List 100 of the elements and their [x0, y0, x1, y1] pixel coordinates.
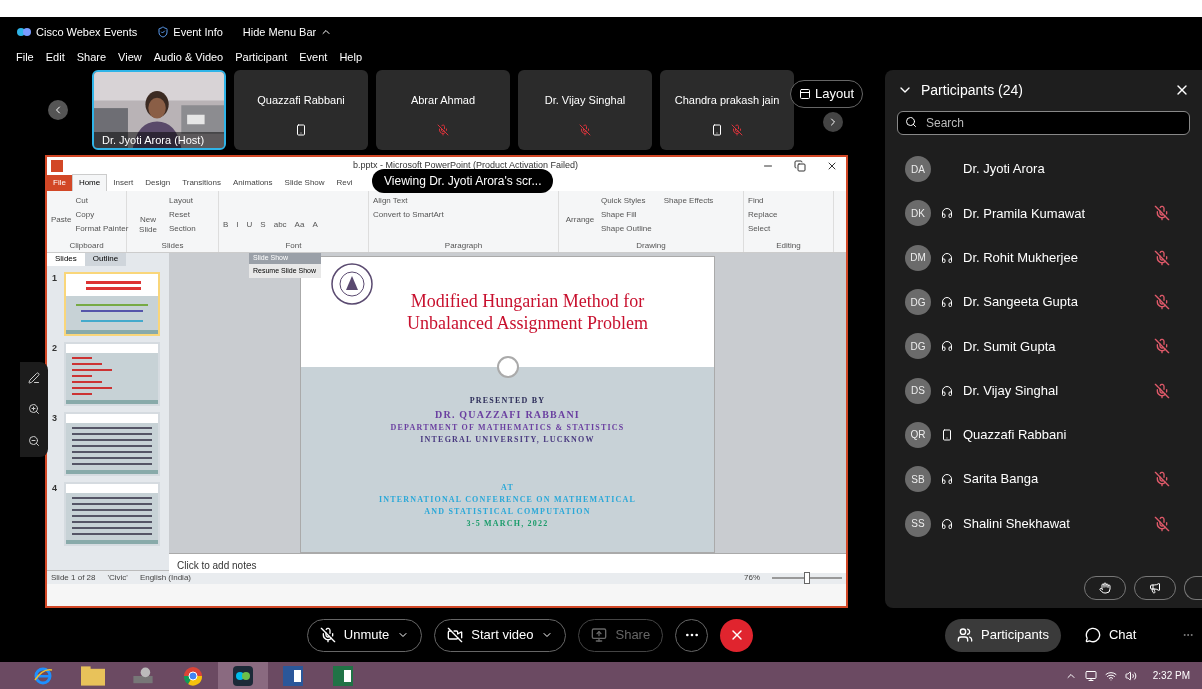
- avatar: SB: [905, 466, 931, 493]
- video-tile[interactable]: Dr. Vijay Singhal: [518, 70, 652, 150]
- people-icon: [957, 627, 973, 643]
- participant-name[interactable]: Dr. Rohit Mukherjee: [963, 248, 1146, 268]
- side-tab[interactable]: Chat: [1072, 618, 1149, 652]
- participant-name[interactable]: Sarita Banga: [963, 469, 1146, 489]
- pane-tab[interactable]: Slides: [47, 253, 85, 266]
- participant-name: Chandra prakash jain: [674, 92, 780, 108]
- participant-name[interactable]: Shalini Shekhawat: [963, 513, 1146, 534]
- layout-button[interactable]: Layout: [790, 80, 864, 108]
- network-icon[interactable]: [1104, 669, 1117, 682]
- ribbon-tab[interactable]: File: [47, 175, 72, 191]
- ribbon-tab[interactable]: Design: [139, 175, 177, 191]
- participant-name: Dr. Jyoti Arora (Host): [94, 131, 224, 148]
- ribbon-button[interactable]: abc: [273, 219, 287, 231]
- ribbon-tab[interactable]: Transitions: [176, 175, 227, 191]
- participant-name[interactable]: Dr. Sangeeta Gupta: [963, 292, 1146, 312]
- muted-mic-icon: [319, 627, 336, 643]
- ribbon-button[interactable]: Quick Styles: [601, 195, 652, 207]
- menu-item[interactable]: Help: [339, 49, 362, 66]
- leave-button[interactable]: [720, 618, 754, 652]
- pane-tab[interactable]: Outline: [84, 253, 127, 266]
- ribbon-tab[interactable]: Animations: [227, 175, 279, 191]
- ribbon-button[interactable]: Section: [169, 223, 196, 235]
- participant-name[interactable]: Dr. Sumit Gupta: [963, 336, 1146, 357]
- ribbon-button[interactable]: U: [246, 219, 253, 231]
- ribbon-button[interactable]: A: [312, 219, 318, 231]
- panel-title: Participants (24): [921, 80, 1024, 100]
- ribbon-button[interactable]: Copy: [75, 209, 129, 221]
- restore-icon[interactable]: [794, 160, 806, 172]
- participant-name[interactable]: Dr. Vijay Singhal: [963, 380, 1146, 401]
- group-label: Clipboard: [68, 240, 105, 252]
- taskbar-app-icon[interactable]: [218, 662, 268, 689]
- ribbon-tab[interactable]: Insert: [107, 175, 140, 191]
- ribbon-tab[interactable]: Revi: [330, 175, 359, 191]
- slide-thumbnail[interactable]: [64, 482, 160, 546]
- participant-name: Abrar Ahmad: [410, 92, 476, 108]
- previous-button[interactable]: [48, 100, 68, 120]
- ribbon-button[interactable]: Shape Effects: [663, 195, 714, 207]
- headset-icon: [941, 473, 953, 486]
- close-icon[interactable]: [826, 160, 838, 172]
- ribbon-button[interactable]: S: [260, 219, 266, 231]
- headset-icon: [941, 340, 953, 353]
- display-icon[interactable]: [1084, 669, 1097, 682]
- hide-menu-link[interactable]: Hide Menu Bar: [242, 23, 317, 41]
- ribbon-tab[interactable]: Slide Show: [278, 175, 331, 191]
- zoom-thumb[interactable]: [805, 572, 809, 583]
- zoom-in-icon[interactable]: [28, 403, 40, 416]
- headset-icon: [941, 251, 953, 264]
- next-button[interactable]: [823, 112, 843, 132]
- video-tile[interactable]: Dr. Jyoti Arora (Host): [92, 70, 226, 150]
- status-text: Slide 1 of 28: [51, 571, 96, 584]
- group-label: Paragraph: [443, 240, 484, 252]
- menu-item[interactable]: Edit: [45, 49, 65, 66]
- video-tile[interactable]: Abrar Ahmad: [376, 70, 510, 150]
- slide-thumbnail[interactable]: [64, 412, 160, 476]
- notes-field[interactable]: Click to add notes: [169, 553, 846, 573]
- search-field[interactable]: Search: [897, 111, 1190, 135]
- volume-icon[interactable]: [1124, 669, 1137, 682]
- conference-name: INTERNATIONAL CONFERENCE ON MATHEMATICAL: [378, 494, 637, 506]
- menu-item[interactable]: View: [118, 49, 142, 66]
- ribbon-button[interactable]: Find: [748, 195, 778, 207]
- slide-number: 3: [52, 412, 58, 425]
- ribbon-button[interactable]: Paste: [51, 195, 72, 225]
- ribbon-button[interactable]: Shape Fill: [601, 209, 652, 221]
- event-info-link[interactable]: Event Info: [173, 23, 223, 41]
- ribbon-button[interactable]: Reset: [169, 209, 196, 221]
- ribbon-button[interactable]: New Slide: [131, 195, 165, 235]
- menu-item[interactable]: Event: [299, 49, 328, 66]
- ribbon-tab[interactable]: Home: [71, 174, 108, 191]
- chat-icon: [1084, 627, 1101, 643]
- slide-thumbnail[interactable]: [64, 272, 160, 336]
- viewing-banner: Viewing Dr. Jyoti Arora's scr...: [372, 169, 554, 193]
- ribbon-button[interactable]: Convert to SmartArt: [373, 209, 444, 221]
- ribbon-button[interactable]: Align Text: [373, 195, 444, 207]
- ribbon-button[interactable]: Arrange: [563, 195, 597, 225]
- ribbon-button[interactable]: I: [236, 219, 239, 231]
- department: DEPARTMENT OF MATHEMATICS & STATISTICS: [390, 422, 625, 434]
- menu-item[interactable]: Participant: [235, 49, 288, 66]
- slide-thumbnail[interactable]: [64, 342, 160, 406]
- avatar: DS: [905, 377, 931, 404]
- ribbon-button[interactable]: Select: [748, 223, 778, 235]
- participant-name[interactable]: Dr. Pramila Kumawat: [963, 203, 1146, 224]
- video-tile[interactable]: Quazzafi Rabbani: [234, 70, 368, 150]
- ribbon-button[interactable]: Format Painter: [75, 223, 129, 235]
- ribbon-button[interactable]: Shape Outline: [601, 223, 652, 235]
- participant-name[interactable]: Dr. Jyoti Arora: [963, 159, 1182, 179]
- video-tile[interactable]: Chandra prakash jain: [660, 70, 794, 150]
- ribbon-button[interactable]: Replace: [748, 209, 778, 221]
- pen-icon[interactable]: [28, 371, 40, 384]
- side-tab[interactable]: Participants: [945, 618, 1061, 652]
- menu-item[interactable]: Audio & Video: [153, 49, 224, 66]
- ribbon-button[interactable]: Layout: [169, 195, 196, 207]
- zoom-out-icon[interactable]: [28, 435, 40, 448]
- ribbon-button[interactable]: B: [223, 219, 229, 231]
- menu-item[interactable]: File: [16, 49, 34, 66]
- ribbon-button[interactable]: Aa: [294, 219, 305, 231]
- ribbon-button[interactable]: Cut: [75, 195, 129, 207]
- participant-name[interactable]: Quazzafi Rabbani: [963, 425, 1182, 445]
- menu-item[interactable]: Share: [76, 49, 107, 66]
